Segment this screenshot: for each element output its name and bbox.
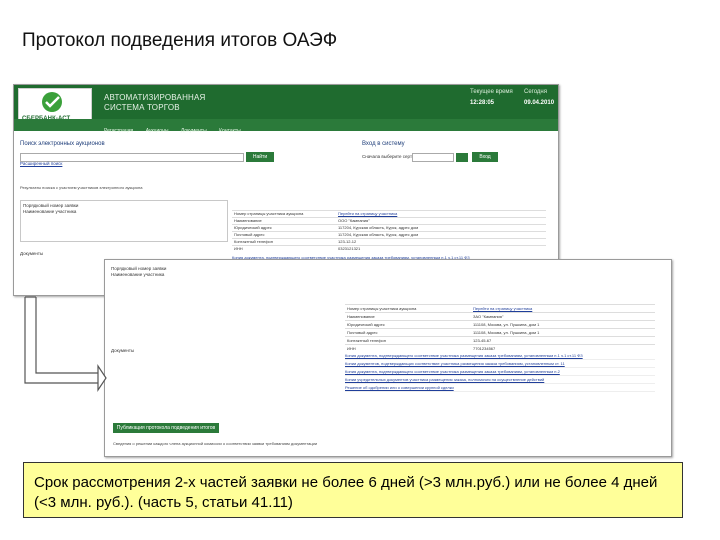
document-link[interactable]: Копия документа, подтверждающего соответ… — [345, 352, 655, 360]
certificate-select[interactable] — [412, 153, 454, 162]
date-label: Сегодня — [524, 89, 547, 95]
detail-row: ИНН 0323121321 — [232, 245, 546, 252]
certificate-browse-button[interactable] — [456, 153, 468, 162]
detail-row: ИНН 7701234567 — [345, 344, 655, 352]
protocol-screenshot: Порядковый номер заявки Наименование уча… — [104, 259, 672, 457]
time-value: 12:28:05 — [470, 100, 495, 106]
document-link[interactable]: Копии учредительных документов участника… — [345, 376, 655, 384]
login-button[interactable]: Вход — [472, 152, 498, 162]
participant-details: Номер страницы участника аукциона Перейти… — [232, 210, 546, 252]
detail-row: Контактный телефон 123-45-67 — [345, 336, 655, 344]
time-label: Текущее время — [470, 89, 513, 95]
documents-list: Копия документа, подтверждающего соответ… — [345, 352, 655, 392]
detail-row: Наименование ЗАО "Кампания" — [345, 312, 655, 320]
sberbank-emblem-icon — [42, 92, 62, 112]
nav-documents[interactable]: Документы — [181, 125, 207, 137]
main-nav: Регистрация Аукционы Документы Контакты — [14, 119, 558, 134]
commission-note: Сведения о решении каждого члена аукцион… — [113, 441, 318, 446]
detail-row: Почтовый адрес 111108, Москва, ул. Пушкин… — [345, 328, 655, 336]
extended-search-link[interactable]: Расширенный поиск — [20, 161, 62, 166]
participant-page-link[interactable]: Перейти на страницу участника — [473, 305, 532, 312]
nav-auctions[interactable]: Аукционы — [146, 125, 169, 137]
date-value: 09.04.2010 — [524, 100, 555, 106]
nav-contacts[interactable]: Контакты — [219, 125, 241, 137]
results-note: Результаты поиска с участием участников … — [20, 185, 143, 190]
app-title-line1: АВТОМАТИЗИРОВАННАЯ — [104, 93, 206, 102]
search-heading: Поиск электронных аукционов — [20, 141, 105, 147]
nav-registration[interactable]: Регистрация — [104, 125, 133, 137]
detail-row: Юридический адрес 111108, Москва, ул. Пуш… — [345, 320, 655, 328]
app-title-line2: СИСТЕМА ТОРГОВ — [104, 103, 180, 112]
app-title: АВТОМАТИЗИРОВАННАЯ СИСТЕМА ТОРГОВ — [104, 93, 206, 113]
participant-name-label: Наименование участника — [23, 209, 77, 214]
application-info: Порядковый номер заявки Наименование уча… — [111, 266, 166, 278]
search-button[interactable]: Найти — [246, 152, 274, 162]
documents-label: Документы — [111, 348, 135, 353]
site-header: СБЕРБАНК-АСТ АВТОМАТИЗИРОВАННАЯ СИСТЕМА … — [14, 85, 558, 134]
detail-row: Юридический адрес 117204, Курская область… — [232, 224, 546, 231]
publish-protocol-button[interactable]: Публикация протокола подведения итогов — [113, 423, 219, 433]
login-heading: Вход в систему — [362, 141, 405, 147]
participant-details: Номер страницы участника аукциона Перейти… — [345, 304, 655, 352]
slide-title: Протокол подведения итогов ОАЭФ — [22, 30, 338, 51]
detail-row: Номер страницы участника аукциона Перейти… — [232, 210, 546, 217]
documents-label: Документы — [20, 251, 44, 256]
document-link[interactable]: Копии документов, подтверждающих соответ… — [345, 360, 655, 368]
deadline-caption: Срок рассмотрения 2-х частей заявки не б… — [23, 462, 683, 518]
detail-row: Наименование ООО "Кампания" — [232, 217, 546, 224]
document-link[interactable]: Решение об одобрении или о совершении кр… — [345, 384, 655, 392]
document-link[interactable]: Копия документа, подтверждающего соответ… — [345, 368, 655, 376]
detail-row: Контактный телефон 123-12-12 — [232, 238, 546, 245]
detail-row: Номер страницы участника аукциона Перейти… — [345, 304, 655, 312]
detail-row: Почтовый адрес 117204, Курская область, К… — [232, 231, 546, 238]
application-info-box: Порядковый номер заявки Наименование уча… — [20, 200, 228, 242]
participant-name-label: Наименование участника — [111, 272, 165, 277]
